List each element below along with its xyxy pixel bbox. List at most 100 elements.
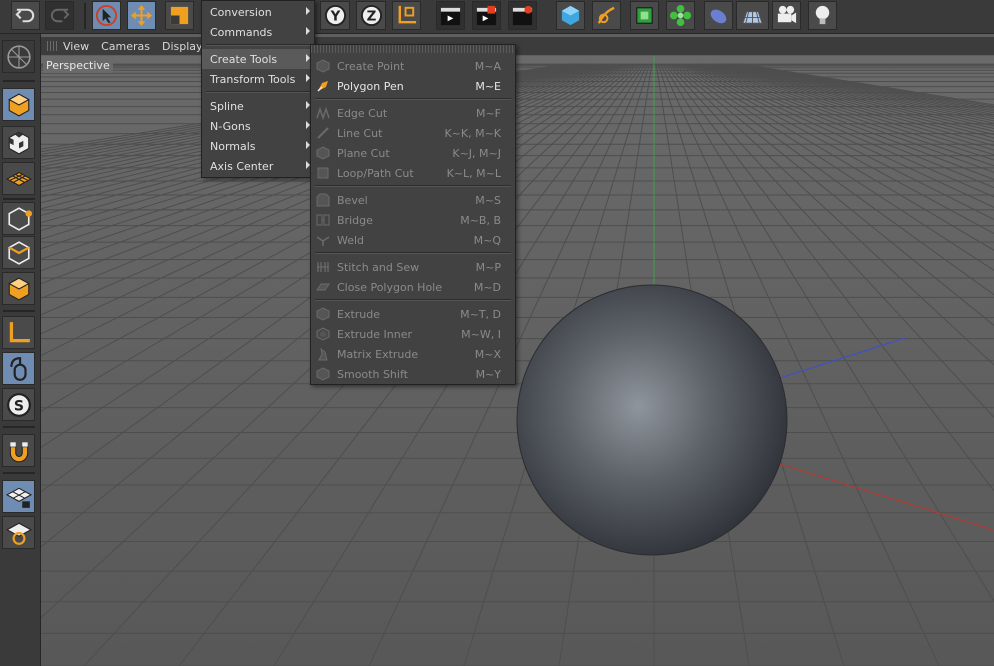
viewport-menubar: View Cameras Display [41,37,994,55]
camera-button[interactable] [772,1,801,30]
redo-button[interactable] [45,1,74,30]
matrix-extrude-icon [318,347,328,361]
mesh-menu: Conversion Commands Create Tools Transfo… [201,0,315,178]
menu-item-label: Commands [210,25,273,39]
weld-icon [316,236,330,246]
pen-spline-button[interactable] [592,1,621,30]
tweak-mode-button[interactable] [2,352,35,385]
grip-handle[interactable] [47,41,57,51]
workplane-grid-icon [5,171,32,186]
menu-item-shortcut: M~W, I [461,327,501,341]
edges-mode-button[interactable] [2,236,35,269]
extrude-icon [316,307,330,321]
menu-item-axis-center[interactable]: Axis Center [202,156,314,176]
menu-divider [315,98,511,100]
main-toolbar: Y Z [0,0,994,34]
polygons-cube-icon [7,277,30,300]
z-axis-icon: Z [360,4,382,27]
toolbar-divider [84,3,86,29]
cloner-button[interactable] [666,1,695,30]
menu-item-close-polygon-hole[interactable]: Close Polygon Hole M~D [311,277,515,297]
menu-divider [315,252,511,254]
menu-item-label: Line Cut [337,126,383,140]
light-button[interactable] [808,1,837,30]
palette-divider [3,472,35,474]
menu-item-conversion[interactable]: Conversion [202,2,314,22]
viewport-menu-display[interactable]: Display [162,40,203,53]
menu-item-bevel[interactable]: Bevel M~S [311,190,515,210]
coordinate-system-button[interactable] [392,1,421,30]
solo-s-icon: S [6,392,31,417]
scale-tool-button[interactable] [165,1,194,30]
workplane-align-button[interactable] [2,516,35,549]
tear-off-handle[interactable] [311,45,515,53]
menu-item-plane-cut[interactable]: Plane Cut K~J, M~J [311,143,515,163]
submenu-arrow-icon [306,27,310,35]
z-axis-lock-button[interactable]: Z [356,1,386,30]
floor-scene-button[interactable] [736,1,769,30]
menu-item-label: Matrix Extrude [337,347,419,361]
menu-item-spline[interactable]: Spline [202,96,314,116]
menu-item-loop-path-cut[interactable]: Loop/Path Cut K~L, M~L [311,163,515,183]
axis-mode-button[interactable] [2,316,35,349]
deformer-button[interactable] [704,1,733,30]
menu-item-normals[interactable]: Normals [202,136,314,156]
menu-item-matrix-extrude[interactable]: Matrix Extrude M~X [311,344,515,364]
menu-item-create-tools[interactable]: Create Tools [202,49,314,69]
workplane-lock-button[interactable] [2,480,35,513]
menu-item-bridge[interactable]: Bridge M~B, B [311,210,515,230]
snapping-button[interactable] [2,434,35,467]
render-settings-button[interactable] [508,1,537,30]
workplane-orange-icon [5,522,32,545]
menu-item-line-cut[interactable]: Line Cut K~K, M~K [311,123,515,143]
cube-object-button[interactable] [556,1,585,30]
menu-item-weld[interactable]: Weld M~Q [311,230,515,250]
move-tool-button[interactable] [127,1,156,30]
submenu-arrow-icon [306,7,310,15]
menu-item-smooth-shift[interactable]: Smooth Shift M~Y [311,364,515,384]
workplane-mode-button[interactable] [2,162,35,195]
menu-item-label: Extrude Inner [337,327,412,341]
axis-icon [9,321,30,342]
render-view-button[interactable] [436,1,465,30]
subdivision-surface-button[interactable] [630,1,659,30]
polygons-mode-button[interactable] [2,272,35,305]
sphere-object[interactable] [516,284,788,556]
menu-item-shortcut: M~Y [475,367,501,381]
model-cube-icon [7,93,30,116]
render-to-picture-viewer-button[interactable] [472,1,501,30]
selection-cursor-icon [95,4,118,27]
live-selection-button[interactable] [92,1,121,30]
locked-workplane-icon [5,487,32,508]
svg-text:Z: Z [366,9,376,24]
viewport-menu-cameras[interactable]: Cameras [101,40,150,53]
menu-item-extrude-inner[interactable]: Extrude Inner M~W, I [311,324,515,344]
menu-item-shortcut: M~P [475,260,501,274]
solo-mode-button[interactable]: S [2,388,35,421]
coordinate-system-icon [398,5,417,24]
menu-item-n-gons[interactable]: N-Gons [202,116,314,136]
left-mode-palette: S [0,34,41,666]
y-axis-lock-button[interactable]: Y [320,1,350,30]
menu-item-edge-cut[interactable]: Edge Cut M~F [311,103,515,123]
texture-mode-button[interactable] [2,126,35,159]
viewport-menu-view[interactable]: View [63,40,89,53]
undo-button[interactable] [11,1,40,30]
menu-item-label: Create Point [337,59,405,73]
perspective-viewport[interactable] [41,56,994,666]
smooth-shift-icon [316,367,330,381]
menu-item-shortcut: M~E [475,79,501,93]
edge-cut-icon [316,106,330,120]
menu-item-label: N-Gons [210,119,251,133]
bevel-icon [316,193,330,207]
model-mode-button[interactable] [2,88,35,121]
menu-item-transform-tools[interactable]: Transform Tools [202,69,314,89]
points-mode-button[interactable] [2,202,35,235]
create-tools-submenu: Create Point M~A Polygon Pen M~E Edge Cu… [310,44,516,385]
menu-item-commands[interactable]: Commands [202,22,314,42]
make-editable-button[interactable] [2,40,35,73]
menu-item-polygon-pen[interactable]: Polygon Pen M~E [311,76,515,96]
menu-item-create-point[interactable]: Create Point M~A [311,56,515,76]
menu-item-extrude[interactable]: Extrude M~T, D [311,304,515,324]
menu-item-stitch-and-sew[interactable]: Stitch and Sew M~P [311,257,515,277]
